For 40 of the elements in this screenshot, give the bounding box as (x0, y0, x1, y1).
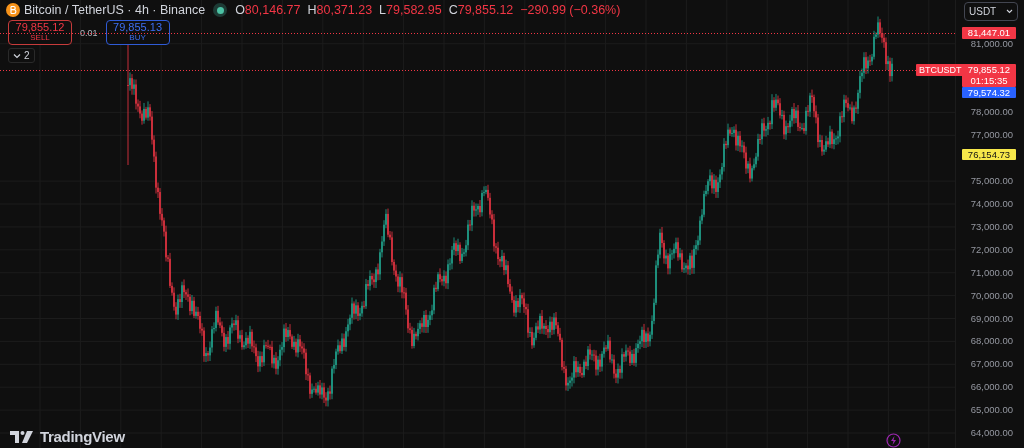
logo-icon (10, 430, 34, 443)
price-label: 69,000.00 (970, 312, 1013, 325)
price-label: 77,000.00 (970, 129, 1013, 142)
ohlc-label: L (379, 3, 387, 17)
sell-button[interactable]: 79,855.12 SELL (8, 20, 72, 45)
price-label: 73,000.00 (970, 220, 1013, 233)
ohlc-value: 79,855.12 (457, 3, 514, 17)
lightning-icon[interactable] (886, 433, 901, 448)
quantity-text: 0.01 (80, 27, 98, 38)
price-label: 66,000.00 (970, 381, 1013, 394)
price-label: 65,000.00 (970, 404, 1013, 417)
ohlc-label: C (448, 3, 458, 17)
symbol-title: Bitcoin / TetherUS · 4h · Binance (24, 3, 206, 17)
price-tag: 76,154.73 (962, 148, 1016, 161)
price-label: 64,000.00 (970, 427, 1013, 439)
price-label: 78,000.00 (970, 106, 1013, 119)
currency-dropdown[interactable]: USDT (964, 2, 1018, 21)
ohlc-label: O (235, 3, 245, 17)
price-label: 67,000.00 (970, 358, 1013, 371)
ohlc-value: 80,146.77 (244, 3, 301, 17)
price-label: 72,000.00 (970, 243, 1013, 256)
chevron-down-icon (1006, 9, 1013, 14)
price-tag: 79,855.12 01:15:35 (962, 63, 1016, 87)
indicators-toggle[interactable]: 2 (8, 48, 35, 63)
chevron-down-icon (13, 52, 21, 59)
bitcoin-icon (6, 3, 20, 17)
price-label: 70,000.00 (970, 289, 1013, 302)
price-change: −290.99 (−0.36%) (520, 3, 621, 17)
price-label: 68,000.00 (970, 335, 1013, 348)
buy-button[interactable]: 79,855.13 BUY (105, 20, 170, 45)
price-label: 71,000.00 (970, 266, 1013, 279)
brand-name: TradingView (40, 428, 125, 445)
ohlc-value: 80,371.23 (316, 3, 373, 17)
price-tag: 81,447.01 (962, 27, 1016, 39)
price-label: 74,000.00 (970, 198, 1013, 210)
price-label: 81,000.00 (970, 37, 1013, 50)
ohlc-label: H (307, 3, 317, 17)
price-label: 75,000.00 (970, 175, 1013, 188)
symbol-tag: BTCUSDT (916, 63, 965, 76)
ohlc-value: 79,582.95 (386, 3, 442, 17)
